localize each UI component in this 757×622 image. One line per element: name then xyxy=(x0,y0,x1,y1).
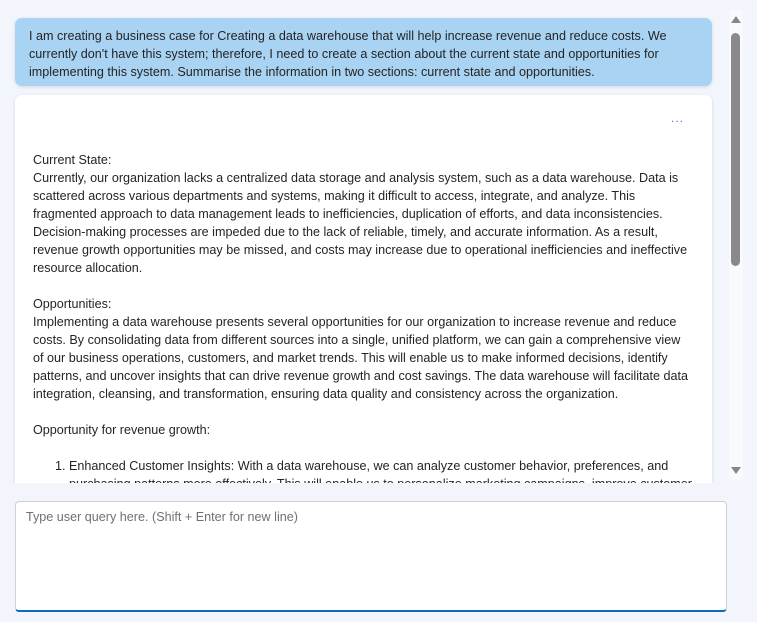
revenue-list: Enhanced Customer Insights: With a data … xyxy=(33,457,694,483)
list-item: Enhanced Customer Insights: With a data … xyxy=(69,457,694,483)
current-state-text: Currently, our organization lacks a cent… xyxy=(33,171,688,275)
more-options-button[interactable]: ... xyxy=(671,109,684,127)
scrollbar-thumb[interactable] xyxy=(731,33,740,266)
revenue-heading: Opportunity for revenue growth: xyxy=(33,423,211,437)
scroll-down-icon[interactable] xyxy=(731,467,741,474)
query-input[interactable] xyxy=(15,501,727,612)
assistant-response: ... Current State: Currently, our organi… xyxy=(15,95,712,483)
scroll-up-icon[interactable] xyxy=(731,16,741,23)
scrollbar[interactable] xyxy=(729,10,743,480)
user-message: I am creating a business case for Creati… xyxy=(15,18,712,86)
opportunities-text: Implementing a data warehouse presents s… xyxy=(33,315,689,401)
current-state-heading: Current State: xyxy=(33,153,112,167)
opportunities-heading: Opportunities: xyxy=(33,297,112,311)
chat-area: I am creating a business case for Creati… xyxy=(0,0,757,483)
